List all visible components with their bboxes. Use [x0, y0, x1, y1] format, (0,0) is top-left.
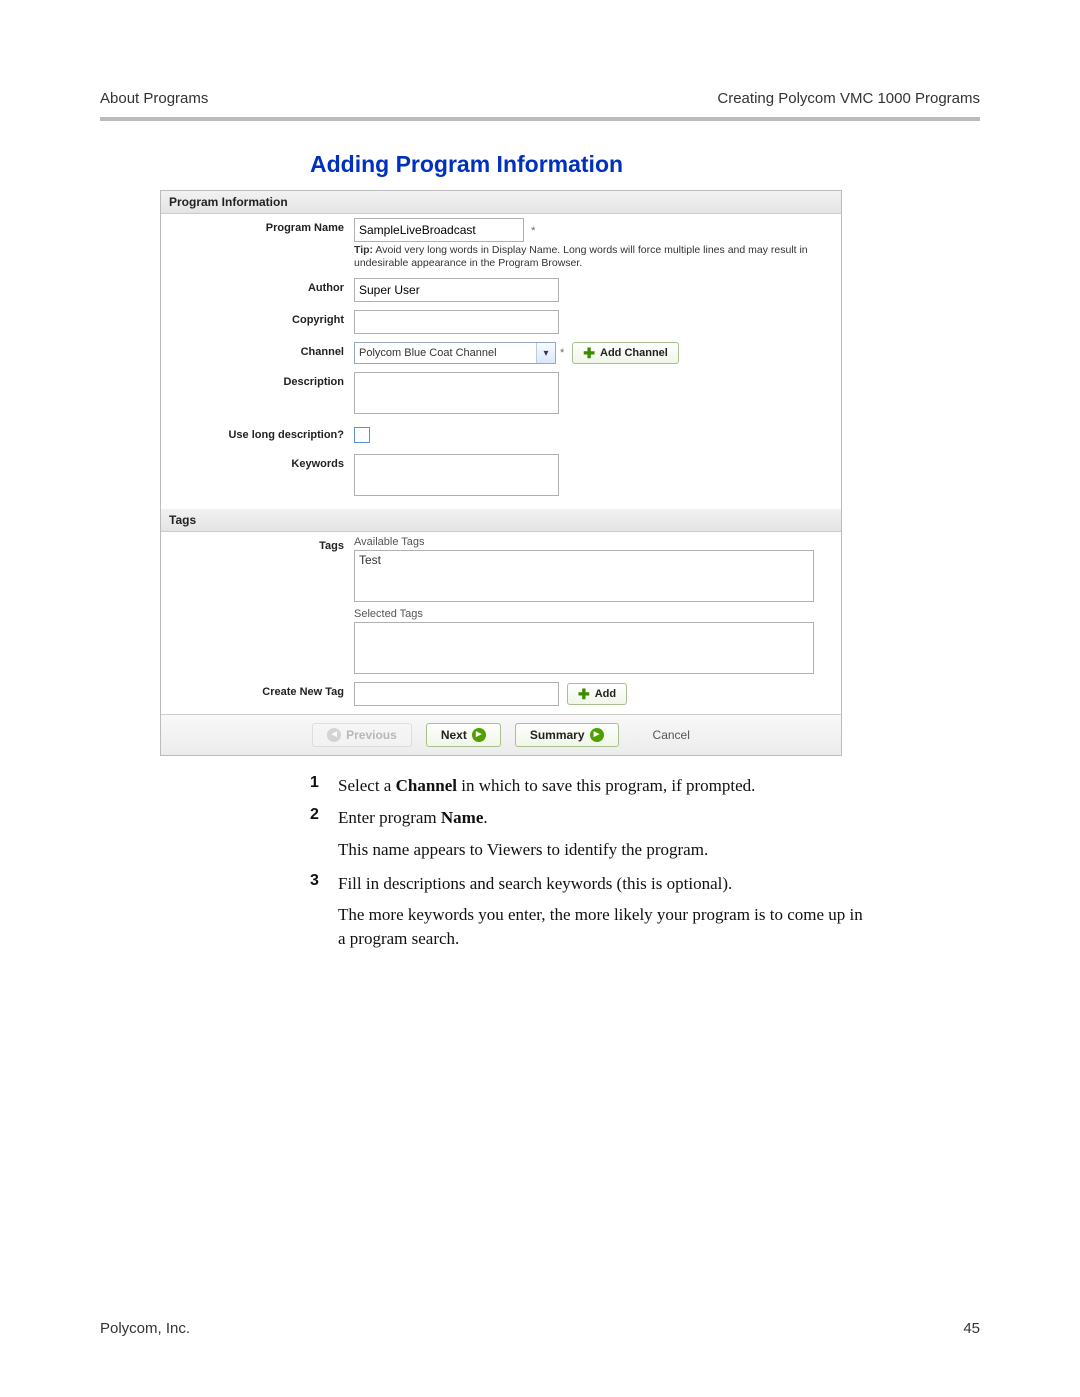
chevron-down-icon: ▾ [536, 343, 555, 363]
step-subtext: This name appears to Viewers to identify… [338, 838, 870, 862]
available-tags-list[interactable]: Test [354, 550, 814, 602]
program-name-tip: Tip: Avoid very long words in Display Na… [354, 244, 833, 270]
label-channel: Channel [169, 342, 354, 358]
program-name-input[interactable] [354, 218, 524, 242]
label-copyright: Copyright [169, 310, 354, 326]
step-subtext: The more keywords you enter, the more li… [338, 903, 870, 951]
author-input[interactable] [354, 278, 559, 302]
panel-header-tags: Tags [161, 509, 841, 532]
plus-icon: ✚ [578, 687, 590, 701]
channel-select[interactable]: Polycom Blue Coat Channel ▾ [354, 342, 556, 364]
copyright-input[interactable] [354, 310, 559, 334]
running-header-right: Creating Polycom VMC 1000 Programs [717, 90, 980, 107]
label-keywords: Keywords [169, 454, 354, 470]
step-text: Enter program Name. [338, 806, 870, 830]
arrow-right-icon: ► [590, 728, 604, 742]
next-button[interactable]: Next ► [426, 723, 501, 747]
plus-icon: ✚ [583, 346, 595, 360]
running-header-left: About Programs [100, 90, 208, 107]
add-channel-button[interactable]: ✚ Add Channel [572, 342, 679, 364]
instructions-list: 1 Select a Channel in which to save this… [310, 774, 870, 951]
step-number: 1 [310, 774, 338, 798]
step-text: Select a Channel in which to save this p… [338, 774, 870, 798]
cancel-link[interactable]: Cancel [653, 728, 690, 742]
list-item[interactable]: Test [359, 553, 809, 567]
selected-tags-label: Selected Tags [354, 608, 833, 620]
previous-button: ◄ Previous [312, 723, 412, 747]
required-icon: * [531, 225, 535, 237]
label-author: Author [169, 278, 354, 294]
footer-company: Polycom, Inc. [100, 1320, 190, 1337]
keywords-input[interactable] [354, 454, 559, 496]
footer-page-number: 45 [963, 1320, 980, 1337]
label-use-long-desc: Use long description? [169, 425, 354, 441]
arrow-left-icon: ◄ [327, 728, 341, 742]
required-icon: * [560, 347, 564, 359]
label-tags: Tags [169, 536, 354, 552]
step-number: 3 [310, 872, 338, 896]
step-number: 2 [310, 806, 338, 830]
arrow-right-icon: ► [472, 728, 486, 742]
panel-header-program-info: Program Information [161, 191, 841, 214]
program-info-form: Program Information Program Name * Tip: … [160, 190, 842, 756]
section-title: Adding Program Information [310, 151, 980, 178]
available-tags-label: Available Tags [354, 536, 833, 548]
use-long-desc-checkbox[interactable] [354, 427, 370, 443]
new-tag-input[interactable] [354, 682, 559, 706]
summary-button[interactable]: Summary ► [515, 723, 619, 747]
description-input[interactable] [354, 372, 559, 414]
selected-tags-list[interactable] [354, 622, 814, 674]
step-text: Fill in descriptions and search keywords… [338, 872, 870, 896]
label-program-name: Program Name [169, 218, 354, 234]
label-description: Description [169, 372, 354, 388]
add-tag-button[interactable]: ✚ Add [567, 683, 627, 705]
label-create-new-tag: Create New Tag [169, 682, 354, 698]
